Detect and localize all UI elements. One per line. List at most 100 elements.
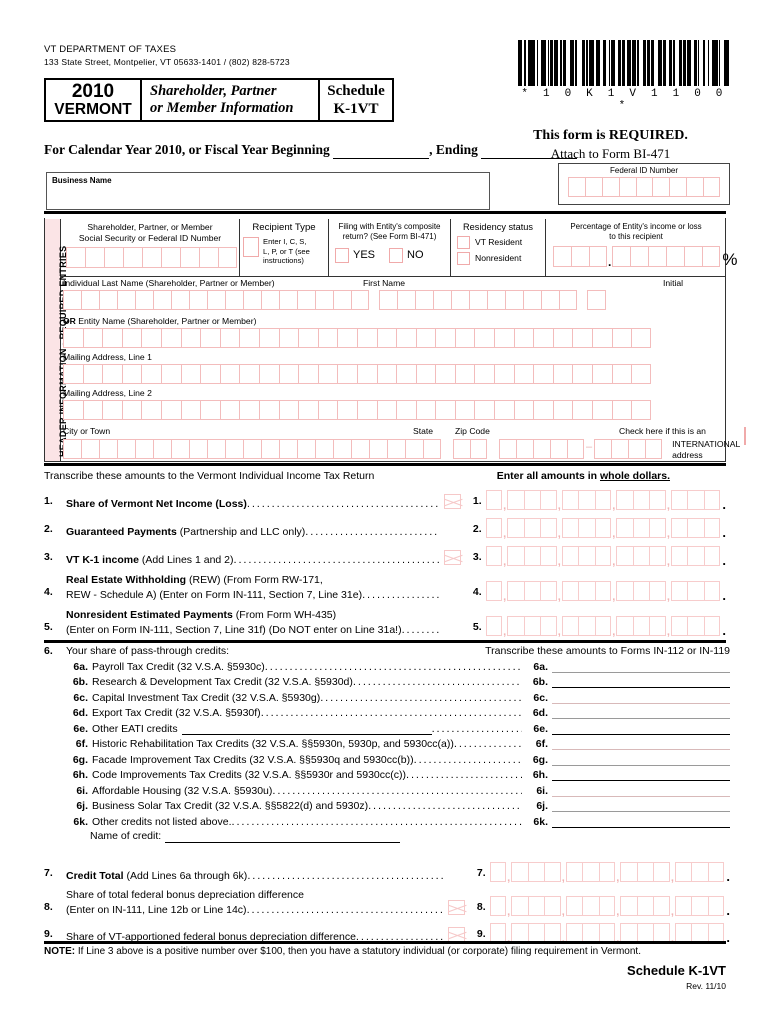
amount-digit-box[interactable] xyxy=(598,862,616,882)
entry-box[interactable] xyxy=(258,328,279,348)
entry-box[interactable] xyxy=(567,438,584,459)
amount-field-4[interactable]: ,,,,. xyxy=(485,581,726,603)
entry-box[interactable] xyxy=(541,290,559,310)
entry-box[interactable] xyxy=(298,400,318,420)
entry-box[interactable] xyxy=(258,400,279,420)
entry-box[interactable] xyxy=(396,400,416,420)
amount-digit-box[interactable] xyxy=(565,862,583,882)
entry-box[interactable] xyxy=(611,438,629,459)
entry-box[interactable] xyxy=(239,328,259,348)
credit-amount-input[interactable] xyxy=(552,815,730,828)
amount-group[interactable] xyxy=(670,518,721,538)
entry-box[interactable] xyxy=(594,438,612,459)
entry-box[interactable] xyxy=(572,364,593,384)
amount-digit-box[interactable] xyxy=(687,616,704,636)
entry-box[interactable] xyxy=(63,400,83,420)
entry-box[interactable] xyxy=(121,328,142,348)
ssn-boxes[interactable] xyxy=(66,247,237,269)
amount-digit-box[interactable] xyxy=(620,862,637,882)
entry-box[interactable] xyxy=(207,438,225,459)
entry-box[interactable] xyxy=(435,328,455,348)
amount-digit-box[interactable] xyxy=(616,616,633,636)
amount-digit-box[interactable] xyxy=(540,616,557,636)
entry-box[interactable] xyxy=(117,290,135,310)
amount-group[interactable] xyxy=(485,518,503,538)
entry-box[interactable] xyxy=(297,290,315,310)
amount-group[interactable] xyxy=(620,923,670,943)
amount-digit-box[interactable] xyxy=(485,490,503,510)
amount-digit-box[interactable] xyxy=(691,862,708,882)
amount-digit-box[interactable] xyxy=(632,616,650,636)
amount-digit-box[interactable] xyxy=(594,490,612,510)
amount-group[interactable] xyxy=(485,490,503,510)
entry-box[interactable] xyxy=(630,245,649,267)
amount-digit-box[interactable] xyxy=(598,896,616,916)
entry-box[interactable] xyxy=(160,364,181,384)
entry-box[interactable] xyxy=(239,400,259,420)
amount-field-3[interactable]: ,,,,. xyxy=(485,546,726,568)
entry-box[interactable] xyxy=(356,328,377,348)
amount-digit-box[interactable] xyxy=(594,546,612,566)
mailing-address-1-boxes[interactable] xyxy=(63,364,723,384)
amount-group[interactable] xyxy=(674,923,725,943)
entry-box[interactable] xyxy=(559,290,577,310)
entry-box[interactable] xyxy=(297,438,315,459)
amount-group[interactable] xyxy=(485,616,503,636)
amount-digit-box[interactable] xyxy=(578,581,595,601)
entry-box[interactable] xyxy=(589,245,607,267)
credit-amount-input[interactable] xyxy=(552,768,730,781)
amount-digit-box[interactable] xyxy=(507,616,524,636)
amount-digit-box[interactable] xyxy=(649,546,666,566)
entry-box[interactable] xyxy=(243,438,261,459)
entry-box[interactable] xyxy=(239,364,259,384)
entry-box[interactable] xyxy=(611,364,632,384)
entry-box[interactable] xyxy=(592,364,612,384)
amount-digit-box[interactable] xyxy=(594,518,612,538)
amount-digit-box[interactable] xyxy=(687,490,704,510)
entry-box[interactable] xyxy=(180,400,201,420)
amount-group[interactable] xyxy=(670,581,721,601)
amount-group[interactable] xyxy=(511,862,561,882)
amount-digit-box[interactable] xyxy=(674,862,692,882)
entry-box[interactable] xyxy=(686,177,704,197)
amount-group[interactable] xyxy=(511,923,561,943)
entry-box[interactable] xyxy=(333,290,351,310)
entry-box[interactable] xyxy=(121,400,142,420)
entry-box[interactable] xyxy=(611,328,632,348)
entry-box[interactable] xyxy=(102,400,122,420)
entry-box[interactable] xyxy=(171,438,189,459)
business-name-field[interactable]: Business Name xyxy=(46,172,490,210)
credit-amount-input[interactable] xyxy=(552,706,730,719)
amount-group[interactable] xyxy=(485,581,503,601)
amount-digit-box[interactable] xyxy=(616,490,633,510)
amount-digit-box[interactable] xyxy=(544,862,561,882)
amount-digit-box[interactable] xyxy=(674,896,692,916)
amount-digit-box[interactable] xyxy=(670,490,688,510)
entry-box[interactable] xyxy=(258,364,279,384)
amount-digit-box[interactable] xyxy=(632,581,650,601)
entry-box[interactable] xyxy=(592,400,612,420)
entry-box[interactable] xyxy=(684,245,703,267)
entry-box[interactable] xyxy=(82,364,103,384)
entry-box[interactable] xyxy=(494,364,514,384)
amount-group[interactable] xyxy=(674,862,725,882)
amount-field-2[interactable]: ,,,,. xyxy=(485,518,726,540)
amount-group[interactable] xyxy=(620,862,670,882)
name-of-credit-input[interactable] xyxy=(165,830,401,843)
amount-group[interactable] xyxy=(561,616,612,636)
amount-digit-box[interactable] xyxy=(632,490,650,510)
entry-box[interactable] xyxy=(219,328,240,348)
amount-digit-box[interactable] xyxy=(485,616,503,636)
entry-box[interactable] xyxy=(153,290,171,310)
amount-digit-box[interactable] xyxy=(674,923,692,943)
amount-digit-box[interactable] xyxy=(578,616,595,636)
amount-digit-box[interactable] xyxy=(511,862,528,882)
amount-group[interactable] xyxy=(565,896,616,916)
amount-digit-box[interactable] xyxy=(544,923,561,943)
entry-box[interactable] xyxy=(494,400,514,420)
entry-box[interactable] xyxy=(123,247,142,269)
amount-digit-box[interactable] xyxy=(527,862,545,882)
entry-box[interactable] xyxy=(160,328,181,348)
amount-field-1[interactable]: ,,,,. xyxy=(485,490,726,512)
amount-digit-box[interactable] xyxy=(616,518,633,538)
